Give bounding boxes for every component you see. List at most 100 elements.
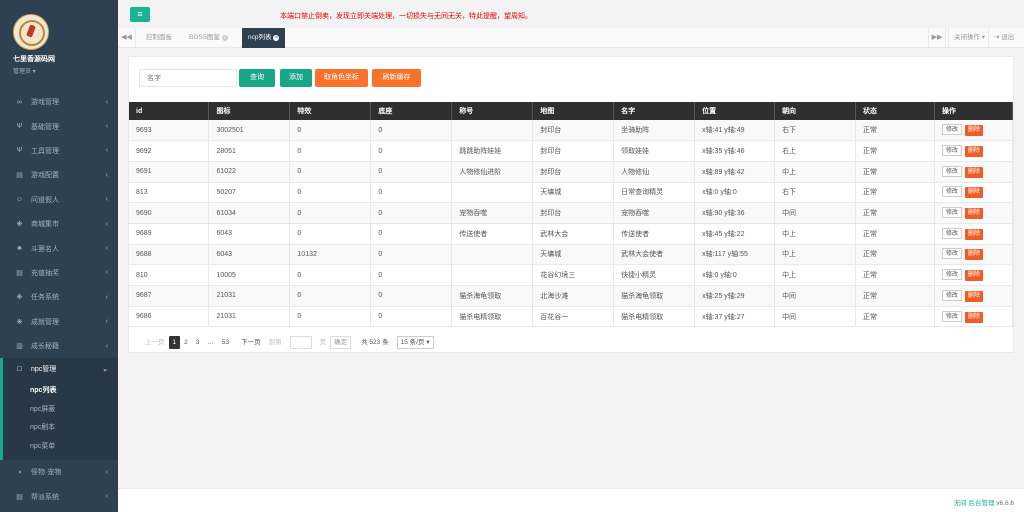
sidebar-item-13[interactable]: ▤ 帮派系统 ‹: [0, 485, 118, 509]
edit-button[interactable]: 修改: [941, 186, 962, 198]
sidebar-item-8[interactable]: ❋ 任务系统 ‹: [0, 285, 118, 309]
footer-brand-link[interactable]: 无间 后台管理: [954, 500, 995, 507]
chevron-left-icon: ‹: [105, 293, 108, 301]
sidebar-item-9[interactable]: ❋ 成就管理 ‹: [0, 310, 118, 334]
submenu-item-3[interactable]: npc菜单: [3, 438, 118, 457]
table-cell: 10005: [208, 264, 291, 286]
refresh-cache-button[interactable]: 刷新缓存: [372, 69, 421, 87]
tab-npc-list[interactable]: ncp列表 ×: [242, 28, 286, 48]
sidebar-item-12[interactable]: ◑ 怪物·宠物 ‹: [0, 460, 118, 484]
delete-button[interactable]: 删除: [964, 249, 983, 261]
delete-button[interactable]: 删除: [964, 187, 983, 199]
user-role-dropdown[interactable]: 管理员 ▾: [13, 66, 118, 75]
delete-button[interactable]: 删除: [964, 125, 983, 137]
close-icon[interactable]: ×: [222, 35, 229, 41]
table-cell: 猫杀电精领取: [451, 306, 534, 328]
table-cell: 0: [289, 264, 372, 286]
table-cell: 右下: [774, 120, 856, 142]
edit-button[interactable]: 修改: [941, 165, 962, 177]
sidebar-item-7[interactable]: ▤ 充值抽奖 ‹: [0, 261, 118, 285]
page-3-button[interactable]: 3: [192, 336, 204, 349]
delete-button[interactable]: 删除: [964, 290, 983, 302]
edit-button[interactable]: 修改: [941, 227, 962, 239]
menu-icon: □: [17, 365, 22, 373]
notice-text: 本端口禁止倒卖，发现立即关端处理，一切损失与无间无关，特此提醒，望周知。: [280, 13, 532, 20]
edit-button[interactable]: 修改: [941, 269, 962, 281]
delete-button[interactable]: 删除: [964, 166, 983, 178]
sidebar-item-11[interactable]: □ npc管理 ⌄: [0, 358, 118, 381]
actions-cell: 修改 删除: [934, 120, 1014, 142]
sidebar-item-4[interactable]: ☺ 问道假人 ‹: [0, 188, 118, 212]
submenu-item-2[interactable]: npc剧本: [3, 419, 118, 438]
submenu-item-1[interactable]: npc屏蔽: [3, 401, 118, 420]
sidebar-item-0[interactable]: ∞ 游戏管理 ‹: [0, 90, 118, 114]
menu-icon: Ψ: [16, 123, 23, 131]
goto-confirm-button[interactable]: 确定: [330, 335, 352, 349]
edit-button[interactable]: 修改: [941, 289, 962, 301]
table-cell: 0: [289, 285, 372, 307]
delete-button[interactable]: 删除: [964, 228, 983, 240]
prev-page-button[interactable]: 上一页: [141, 336, 169, 349]
menu-icon: ▥: [16, 343, 23, 351]
total-count: 共 523 条: [361, 338, 389, 346]
query-button[interactable]: 查询: [239, 69, 275, 87]
logout-button[interactable]: ⇥ 退出: [988, 28, 1019, 48]
page-1-button[interactable]: 1: [168, 335, 181, 349]
table-body: 9693 3002501 0 0 封印台 坐骑助阵 x轴:41 y轴:49 右下 正常 修改 删除 9…: [129, 120, 1014, 328]
avatar[interactable]: [13, 14, 49, 50]
table-cell: 猫杀海龟领取: [613, 285, 696, 307]
sidebar-item-label: 基础管理: [31, 123, 59, 131]
table-cell: 封印台: [532, 120, 615, 142]
submenu-item-0[interactable]: npc列表: [3, 382, 118, 401]
sidebar-item-10[interactable]: ▥ 成长秘籍 ‹: [0, 334, 118, 358]
actions-cell: 修改 删除: [934, 202, 1014, 224]
page-53-button[interactable]: 53: [218, 336, 233, 349]
table-cell: x轴:90 y轴:36: [694, 202, 776, 224]
table-cell: 中间: [774, 202, 856, 224]
tab-boss-gallery[interactable]: BOSS图鉴 ×: [183, 28, 234, 48]
delete-button[interactable]: 删除: [964, 311, 983, 323]
sidebar-item-3[interactable]: ▤ 游戏配置 ‹: [0, 163, 118, 187]
npc-table: id 图标 特效 底座 称号 地图 名字 位置 朝向 状态 操作 9693 3002501 0 0 封印台坐…: [129, 102, 1014, 328]
column-header: 朝向: [774, 102, 856, 120]
edit-button[interactable]: 修改: [941, 248, 962, 260]
table-cell: 封印台: [532, 140, 615, 162]
menu-icon: ▤: [16, 493, 23, 501]
goto-page-input[interactable]: [289, 335, 312, 349]
table-row: 9687 21031 0 0 猫杀海龟领取 北海沙滩 猫杀海龟领取 x轴:25 y轴:29 中间…: [129, 285, 1014, 307]
close-operations-dropdown[interactable]: 关闭操作 ▾: [948, 28, 990, 48]
tab-control-panel[interactable]: 控制面板: [140, 28, 178, 48]
table-row: 9691 61022 0 0 人物修仙进阶 封印台 人物修仙 x轴:89 y轴:42 中上 正常修…: [129, 161, 1014, 183]
edit-button[interactable]: 修改: [941, 124, 962, 136]
edit-button[interactable]: 修改: [941, 145, 962, 157]
next-page-button[interactable]: 下一页: [237, 336, 265, 349]
table-cell: x轴:117 y轴:55: [694, 244, 776, 266]
sidebar-item-6[interactable]: ♣ 斗罢名人 ‹: [0, 236, 118, 260]
edit-button[interactable]: 修改: [941, 310, 962, 322]
table-row: 813 50207 0 0 天墉城 日常查询精灵 x轴:0 y轴:0 右下 正常 修改 删除: [129, 182, 1014, 204]
sidebar-item-2[interactable]: Ψ 工具管理 ‹: [0, 139, 118, 163]
search-name-input[interactable]: [139, 69, 237, 87]
per-page-select[interactable]: 15 条/页 ▾: [396, 335, 434, 349]
menu-icon: ◑: [17, 468, 22, 476]
table-cell: 0: [289, 306, 372, 328]
column-header: 称号: [451, 102, 534, 120]
tab-scroll-left-button[interactable]: ◀◀: [118, 28, 136, 48]
table-cell: 猫杀电精领取: [613, 306, 696, 328]
delete-button[interactable]: 删除: [964, 146, 983, 158]
table-cell: 正常: [855, 120, 935, 142]
table-cell: 正常: [855, 306, 935, 328]
delete-button[interactable]: 删除: [964, 208, 983, 220]
get-role-coord-button[interactable]: 取角色坐标: [315, 69, 368, 87]
add-button[interactable]: 添加: [280, 69, 312, 87]
sidebar-item-5[interactable]: ❋ 商城集市 ‹: [0, 212, 118, 236]
delete-button[interactable]: 删除: [964, 270, 983, 282]
table-cell: 右下: [774, 182, 856, 204]
tab-scroll-right-button[interactable]: ▶▶: [928, 28, 946, 48]
menu-toggle-button[interactable]: ≡: [130, 7, 150, 22]
page-2-button[interactable]: 2: [180, 336, 192, 349]
close-icon[interactable]: ×: [273, 35, 280, 41]
edit-button[interactable]: 修改: [941, 207, 962, 219]
table-cell: 天墉城: [532, 182, 615, 204]
sidebar-item-1[interactable]: Ψ 基础管理 ‹: [0, 114, 118, 138]
